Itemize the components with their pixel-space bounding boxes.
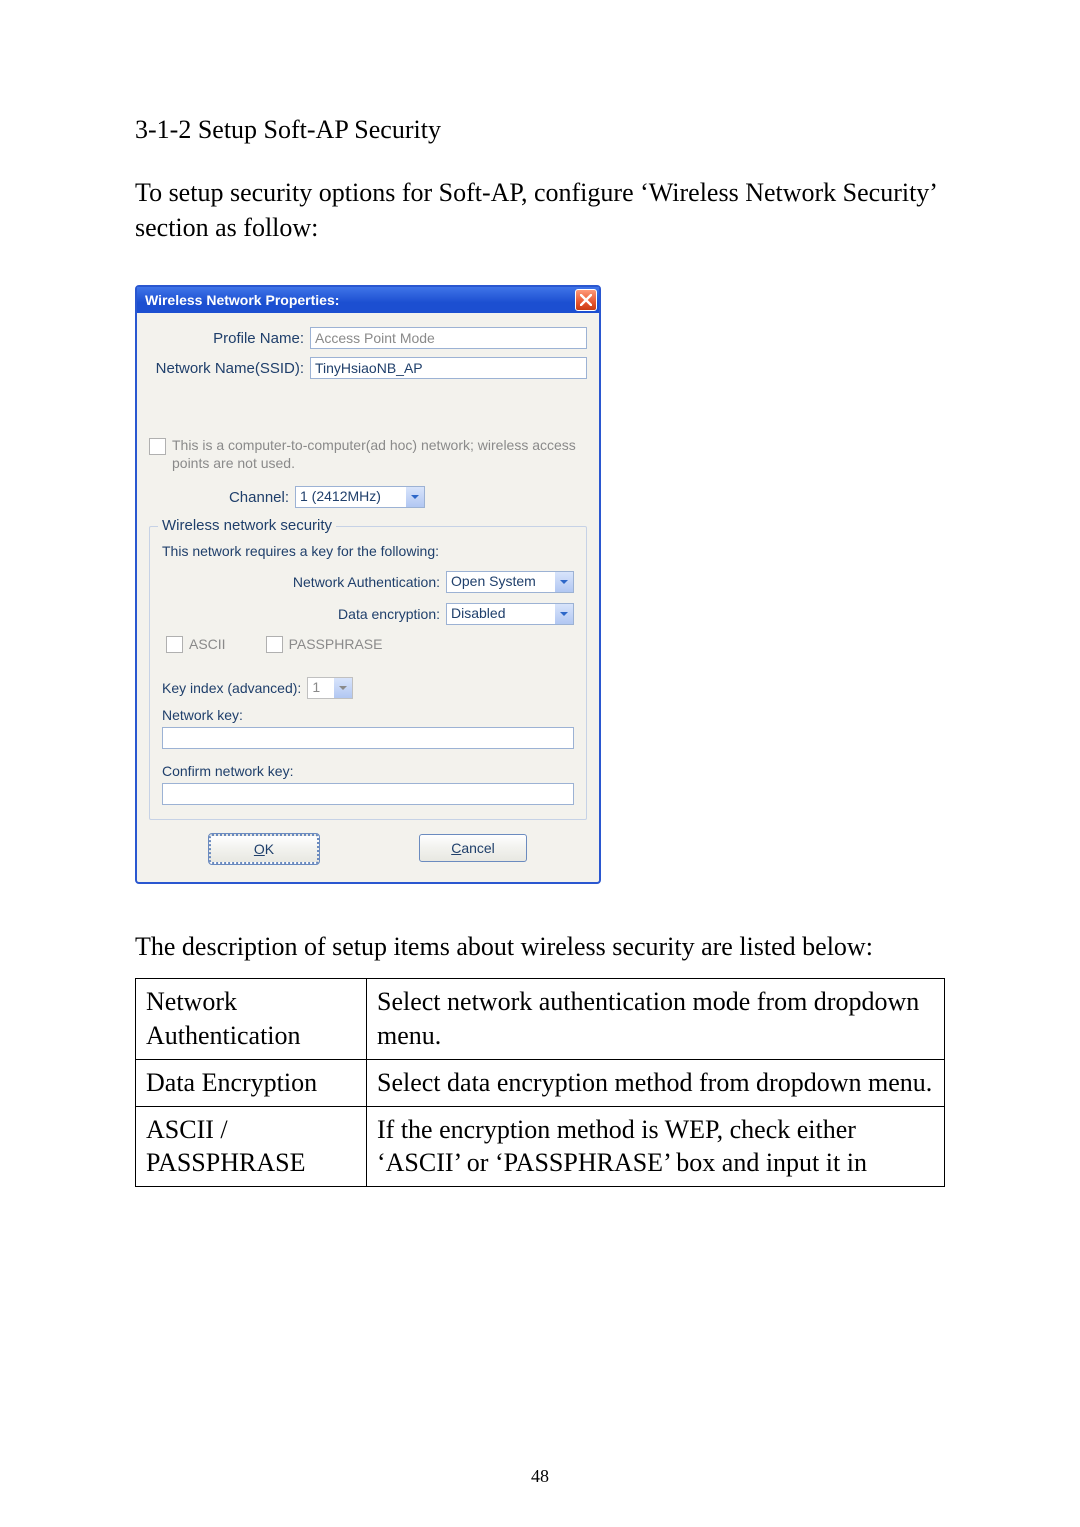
security-fieldset: Wireless network security This network r… — [149, 526, 587, 820]
ssid-input[interactable] — [310, 357, 587, 379]
passphrase-label: PASSPHRASE — [289, 636, 383, 652]
adhoc-text: This is a computer-to-computer(ad hoc) n… — [172, 437, 587, 472]
description-table: Network Authentication Select network au… — [135, 978, 945, 1187]
passphrase-checkbox — [266, 636, 283, 653]
ok-button[interactable]: OK — [209, 834, 319, 864]
intro-text: To setup security options for Soft-AP, c… — [135, 175, 945, 245]
table-cell: Data Encryption — [136, 1059, 367, 1106]
channel-value: 1 (2412MHz) — [296, 487, 406, 507]
fieldset-legend: Wireless network security — [158, 517, 336, 534]
ascii-option: ASCII — [166, 635, 226, 653]
table-cell: Select data encryption method from dropd… — [367, 1059, 945, 1106]
button-row: OK Cancel — [149, 834, 587, 864]
keyindex-select: 1 — [307, 677, 353, 699]
enc-label: Data encryption: — [338, 606, 446, 622]
close-icon — [580, 294, 592, 306]
enc-value: Disabled — [447, 604, 555, 624]
auth-label: Network Authentication: — [293, 574, 446, 590]
wireless-properties-dialog: Wireless Network Properties: Profile Nam… — [135, 285, 601, 884]
channel-row: Channel: 1 (2412MHz) — [149, 486, 587, 508]
adhoc-row: This is a computer-to-computer(ad hoc) n… — [149, 437, 587, 472]
table-cell: Network Authentication — [136, 979, 367, 1060]
post-text: The description of setup items about wir… — [135, 929, 945, 964]
table-cell: If the encryption method is WEP, check e… — [367, 1106, 945, 1187]
page-number: 48 — [0, 1466, 1080, 1487]
cancel-rest: ancel — [461, 840, 494, 856]
ok-mnemonic: O — [254, 841, 265, 857]
chevron-down-icon — [555, 572, 573, 592]
adhoc-checkbox — [149, 438, 166, 455]
channel-select[interactable]: 1 (2412MHz) — [295, 486, 425, 508]
close-button[interactable] — [575, 289, 597, 311]
profile-input — [310, 327, 587, 349]
fieldset-text: This network requires a key for the foll… — [162, 543, 574, 559]
page: 3-1-2 Setup Soft-AP Security To setup se… — [0, 0, 1080, 1527]
channel-label: Channel: — [149, 489, 295, 506]
enc-row: Data encryption: Disabled — [162, 603, 574, 625]
auth-row: Network Authentication: Open System — [162, 571, 574, 593]
keyindex-value: 1 — [308, 678, 334, 698]
table-cell: ASCII / PASSPHRASE — [136, 1106, 367, 1187]
confirm-label: Confirm network key: — [162, 763, 574, 779]
table-row: ASCII / PASSPHRASE If the encryption met… — [136, 1106, 945, 1187]
dialog-body: Profile Name: Network Name(SSID): This i… — [137, 313, 599, 882]
ascii-label: ASCII — [189, 636, 226, 652]
auth-value: Open System — [447, 572, 555, 592]
table-row: Data Encryption Select data encryption m… — [136, 1059, 945, 1106]
enc-select[interactable]: Disabled — [446, 603, 574, 625]
netkey-input[interactable] — [162, 727, 574, 749]
chevron-down-icon — [406, 487, 424, 507]
ssid-row: Network Name(SSID): — [149, 357, 587, 379]
cancel-mnemonic: C — [451, 840, 461, 856]
passphrase-option: PASSPHRASE — [266, 635, 383, 653]
cancel-button[interactable]: Cancel — [419, 834, 527, 862]
ok-rest: K — [265, 841, 274, 857]
key-format-row: ASCII PASSPHRASE — [166, 635, 574, 653]
dialog-titlebar: Wireless Network Properties: — [137, 287, 599, 313]
section-heading: 3-1-2 Setup Soft-AP Security — [135, 115, 945, 145]
table-cell: Select network authentication mode from … — [367, 979, 945, 1060]
chevron-down-icon — [555, 604, 573, 624]
dialog-title: Wireless Network Properties: — [145, 292, 339, 308]
ssid-label: Network Name(SSID): — [149, 360, 310, 377]
table-row: Network Authentication Select network au… — [136, 979, 945, 1060]
keyindex-label: Key index (advanced): — [162, 680, 301, 696]
chevron-down-icon — [334, 678, 352, 698]
profile-row: Profile Name: — [149, 327, 587, 349]
ascii-checkbox — [166, 636, 183, 653]
auth-select[interactable]: Open System — [446, 571, 574, 593]
netkey-label: Network key: — [162, 707, 574, 723]
keyindex-row: Key index (advanced): 1 — [162, 677, 574, 699]
spacer — [149, 387, 587, 437]
profile-label: Profile Name: — [149, 330, 310, 347]
confirm-input[interactable] — [162, 783, 574, 805]
